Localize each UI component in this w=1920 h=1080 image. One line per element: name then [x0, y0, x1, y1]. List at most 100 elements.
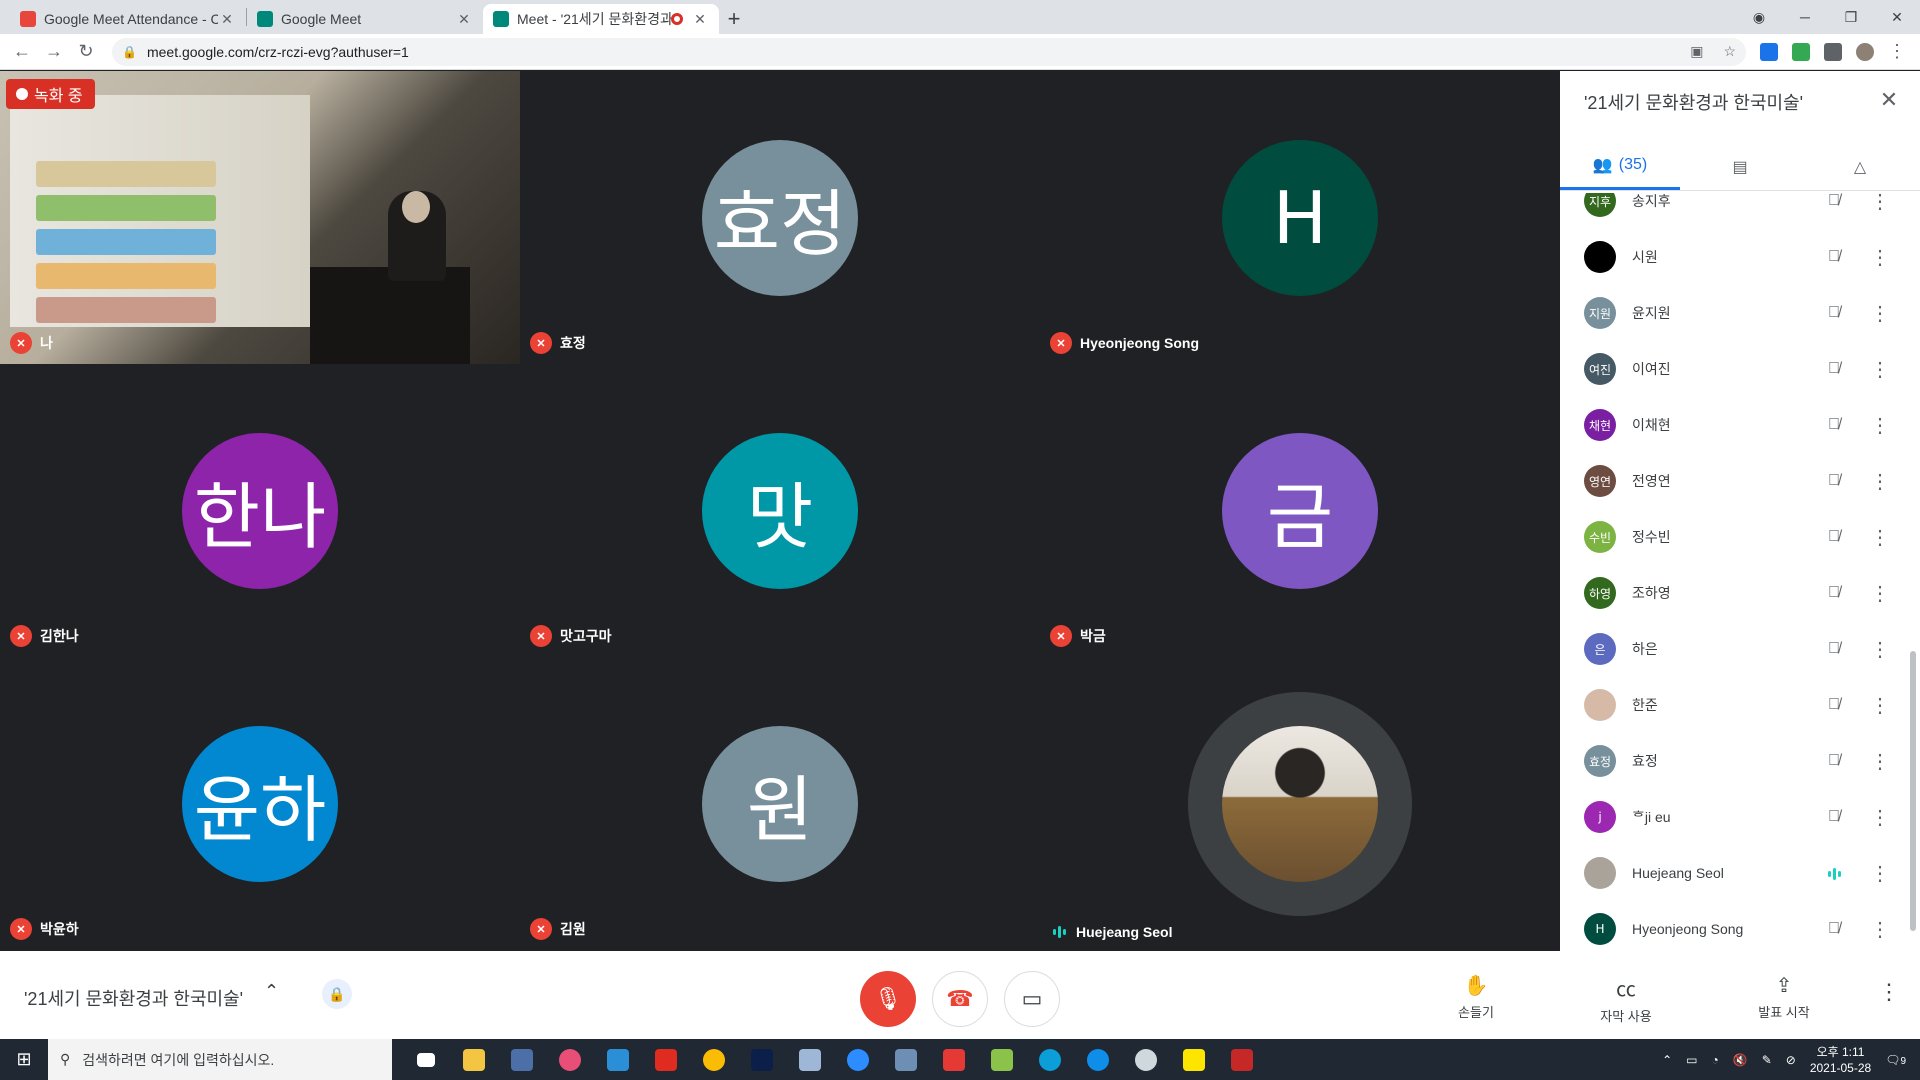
clock[interactable]: 오후 1:11 2021-05-28 — [1810, 1044, 1871, 1076]
tab-chat[interactable]: ▤ — [1680, 143, 1800, 190]
reload-icon[interactable]: ↻ — [72, 38, 100, 66]
more-options-icon[interactable]: ⋮ — [1868, 749, 1892, 774]
tile-participant[interactable]: 윤하 ✕ 박윤하 — [0, 657, 520, 950]
windows-start-icon[interactable]: ⊞ — [0, 1039, 48, 1080]
app-icon[interactable] — [1218, 1039, 1266, 1080]
notifications-icon[interactable]: 🗨9 — [1885, 1053, 1906, 1067]
extension-cast-icon[interactable] — [1760, 42, 1778, 61]
recorder-icon[interactable] — [930, 1039, 978, 1080]
new-tab-button[interactable]: + — [719, 4, 749, 34]
tile-participant[interactable]: H ✕ Hyeonjeong Song — [1040, 71, 1560, 364]
tile-participant[interactable]: 효정 ✕ 효정 — [520, 71, 1040, 364]
calculator-icon[interactable] — [498, 1039, 546, 1080]
tab-meet-active[interactable]: Meet - '21세기 문화환경과 ✕ — [483, 4, 719, 34]
kakaotalk-icon[interactable] — [1170, 1039, 1218, 1080]
edge-icon[interactable] — [1026, 1039, 1074, 1080]
tab-people[interactable]: 👥 (35) — [1560, 143, 1680, 190]
leave-call-button[interactable]: ☎ — [932, 971, 988, 1027]
mic-toggle-button[interactable]: 🎙 — [860, 971, 916, 1027]
settings-gear-icon[interactable] — [1122, 1039, 1170, 1080]
chrome-icon[interactable] — [690, 1039, 738, 1080]
forward-icon[interactable]: → — [40, 38, 68, 66]
tile-participant[interactable]: 맛 ✕ 맛고구마 — [520, 364, 1040, 657]
more-options-icon[interactable]: ⋮ — [1868, 525, 1892, 550]
tile-participant-speaking[interactable]: Huejeang Seol — [1040, 657, 1560, 950]
network-icon[interactable]: ◔ — [1711, 1053, 1718, 1067]
list-item[interactable]: H Hyeonjeong Song 🎙̸ ⋮ — [1560, 901, 1906, 951]
zoom-icon[interactable] — [834, 1039, 882, 1080]
profile-avatar[interactable] — [1856, 42, 1874, 61]
remote-desktop-icon[interactable] — [882, 1039, 930, 1080]
taskbar-search[interactable]: ⚲ 검색하려면 여기에 입력하십시오. — [48, 1039, 392, 1080]
close-panel-icon[interactable]: ✕ — [1874, 85, 1904, 115]
puzzle-icon[interactable] — [1824, 42, 1842, 61]
close-window-icon[interactable]: ✕ — [1874, 9, 1920, 26]
teamviewer-icon[interactable] — [1074, 1039, 1122, 1080]
chevron-up-icon[interactable]: ⌃ — [264, 981, 279, 1002]
list-item[interactable]: 지후 송지후 🎙̸ ⋮ — [1560, 193, 1906, 229]
tab-activities[interactable]: △ — [1800, 143, 1920, 190]
close-icon[interactable]: ✕ — [218, 11, 236, 28]
camera-toggle-button[interactable]: ▭ — [1004, 971, 1060, 1027]
ime-icon[interactable]: ⊘ — [1786, 1053, 1796, 1067]
photos-icon[interactable] — [546, 1039, 594, 1080]
profile-dropdown-icon[interactable]: ◉ — [1736, 9, 1782, 26]
photoshop-icon[interactable] — [738, 1039, 786, 1080]
close-icon[interactable]: ✕ — [691, 11, 709, 28]
battery-icon[interactable]: ▭ — [1686, 1053, 1697, 1067]
list-item[interactable]: 영연 전영연 🎙̸ ⋮ — [1560, 453, 1906, 509]
more-options-icon[interactable]: ⋮ — [1868, 193, 1892, 214]
tab-google-meet[interactable]: Google Meet ✕ — [247, 4, 483, 34]
raise-hand-button[interactable]: ✋ 손들기 — [1426, 973, 1526, 1021]
restore-icon[interactable]: ❐ — [1828, 9, 1874, 26]
list-item[interactable]: 은 하은 🎙̸ ⋮ — [1560, 621, 1906, 677]
app-icon[interactable] — [594, 1039, 642, 1080]
menu-dots-icon[interactable]: ⋮ — [1888, 41, 1906, 62]
list-item[interactable]: 효정 효정 🎙̸ ⋮ — [1560, 733, 1906, 789]
list-item[interactable]: 지원 윤지원 🎙̸ ⋮ — [1560, 285, 1906, 341]
pen-icon[interactable]: ✎ — [1762, 1053, 1772, 1067]
more-options-icon[interactable]: ⋮ — [1868, 469, 1892, 494]
tab-attendance[interactable]: Google Meet Attendance - Chro ✕ — [10, 4, 246, 34]
list-item[interactable]: j ᄒji eu 🎙̸ ⋮ — [1560, 789, 1906, 845]
tile-participant[interactable]: 원 ✕ 김원 — [520, 657, 1040, 950]
more-options-icon[interactable]: ⋮ — [1868, 637, 1892, 662]
more-options-icon[interactable]: ⋮ — [1868, 245, 1892, 270]
more-options-icon[interactable]: ⋮ — [1878, 979, 1900, 1005]
volume-icon[interactable]: 🔇 — [1733, 1053, 1748, 1067]
close-icon[interactable]: ✕ — [455, 11, 473, 28]
meeting-name[interactable]: '21세기 문화환경과 한국미술' — [24, 985, 243, 1011]
shield-lock-icon[interactable]: 🔒 — [322, 979, 352, 1009]
list-item[interactable]: Huejeang Seol ⋮ — [1560, 845, 1906, 901]
more-options-icon[interactable]: ⋮ — [1868, 357, 1892, 382]
more-options-icon[interactable]: ⋮ — [1868, 861, 1892, 886]
more-options-icon[interactable]: ⋮ — [1868, 693, 1892, 718]
task-view-icon[interactable] — [402, 1039, 450, 1080]
file-explorer-icon[interactable] — [450, 1039, 498, 1080]
address-bar[interactable]: 🔒 meet.google.com/crz-rczi-evg?authuser=… — [112, 37, 1746, 66]
star-icon[interactable]: ☆ — [1723, 43, 1736, 60]
extension-check-icon[interactable] — [1792, 42, 1810, 61]
tile-participant[interactable]: 한나 ✕ 김한나 — [0, 364, 520, 657]
more-options-icon[interactable]: ⋮ — [1868, 805, 1892, 830]
list-item[interactable]: 수빈 정수빈 🎙̸ ⋮ — [1560, 509, 1906, 565]
minimize-icon[interactable]: ─ — [1782, 9, 1828, 25]
camera-icon[interactable]: ▣ — [1690, 43, 1703, 60]
list-item[interactable]: 여진 이여진 🎙̸ ⋮ — [1560, 341, 1906, 397]
list-item[interactable]: 한준 🎙̸ ⋮ — [1560, 677, 1906, 733]
list-item[interactable]: 하영 조하영 🎙̸ ⋮ — [1560, 565, 1906, 621]
lock-icon[interactable]: 🔒 — [122, 45, 137, 59]
scanner-icon[interactable] — [786, 1039, 834, 1080]
more-options-icon[interactable]: ⋮ — [1868, 413, 1892, 438]
list-item[interactable]: 시원 🎙̸ ⋮ — [1560, 229, 1906, 285]
acrobat-icon[interactable] — [642, 1039, 690, 1080]
back-icon[interactable]: ← — [8, 38, 36, 66]
more-options-icon[interactable]: ⋮ — [1868, 917, 1892, 942]
chevron-up-icon[interactable]: ⌃ — [1662, 1053, 1672, 1067]
tile-participant[interactable]: 금 ✕ 박금 — [1040, 364, 1560, 657]
more-options-icon[interactable]: ⋮ — [1868, 581, 1892, 606]
captions-button[interactable]: ㏄ 자막 사용 — [1576, 973, 1676, 1025]
maps-icon[interactable] — [978, 1039, 1026, 1080]
present-button[interactable]: ⇪ 발표 시작 — [1734, 973, 1834, 1021]
scrollbar[interactable] — [1910, 651, 1916, 931]
